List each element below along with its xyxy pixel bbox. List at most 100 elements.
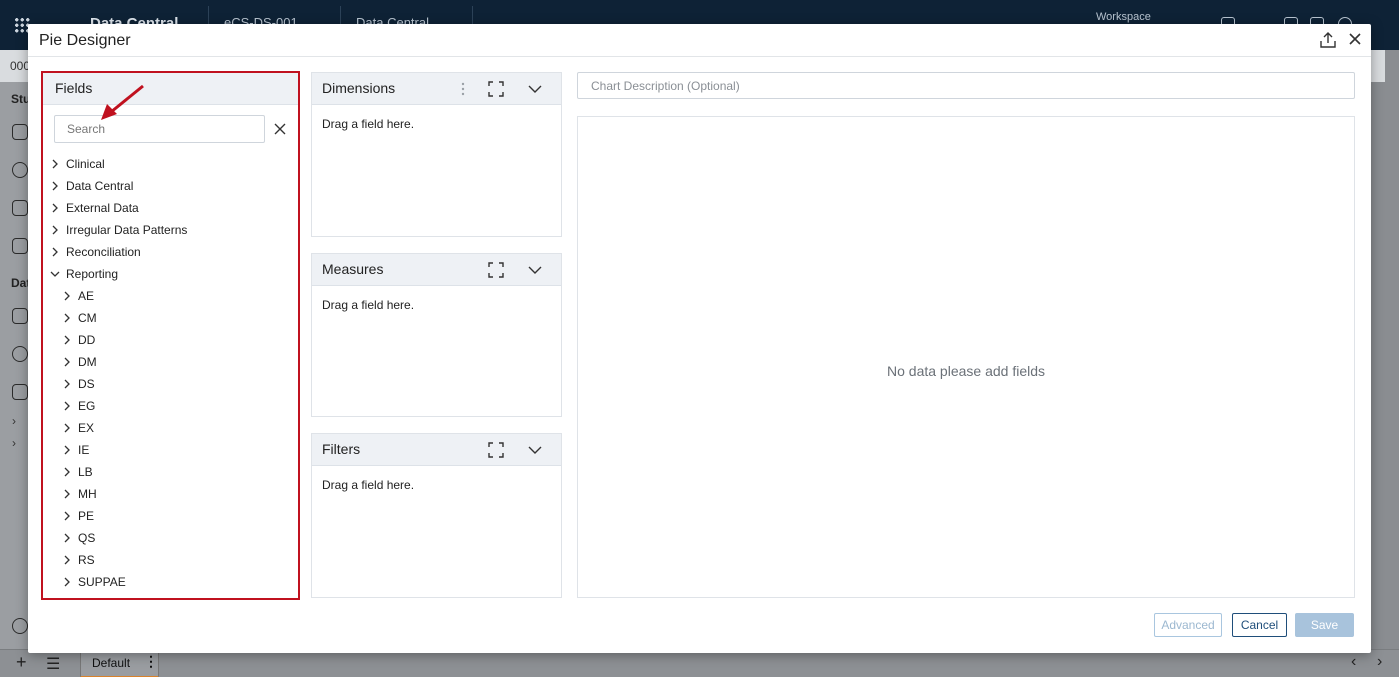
tree-item[interactable]: AE	[62, 285, 94, 307]
chevron-left-icon[interactable]: ‹	[1351, 653, 1356, 671]
tree-item[interactable]: Reporting	[50, 263, 118, 285]
chevron-right-icon[interactable]	[62, 577, 72, 587]
tab-default[interactable]: Default ⋮	[80, 650, 159, 677]
tab-more-icon[interactable]: ⋮	[144, 653, 158, 670]
tree-item-label: Reconciliation	[66, 245, 141, 259]
chevron-right-icon[interactable]	[50, 181, 60, 191]
app-bottom-bar: + ☰ Default ⋮ ‹ ›	[0, 649, 1399, 677]
chevron-right-icon[interactable]	[50, 159, 60, 169]
chevron-right-icon[interactable]	[62, 489, 72, 499]
fields-search-box	[54, 115, 265, 143]
fields-search-input[interactable]	[55, 116, 264, 142]
tree-item[interactable]: External Data	[50, 197, 139, 219]
tree-item[interactable]: PE	[62, 505, 94, 527]
tree-item[interactable]: Data Central	[50, 175, 133, 197]
dialog-divider	[28, 56, 1371, 57]
tree-item[interactable]: RS	[62, 549, 95, 571]
chevron-down-icon[interactable]	[527, 442, 543, 458]
chevron-down-icon[interactable]	[527, 262, 543, 278]
chevron-right-icon[interactable]: ›	[1377, 653, 1382, 671]
users-icon[interactable]	[12, 124, 28, 140]
tree-item[interactable]: QS	[62, 527, 95, 549]
chevron-right-icon[interactable]: ›	[12, 436, 16, 450]
save-button[interactable]: Save	[1295, 613, 1354, 637]
tree-item[interactable]: Irregular Data Patterns	[50, 219, 187, 241]
filters-title: Filters	[322, 441, 361, 457]
database-icon[interactable]	[12, 618, 28, 634]
expand-icon[interactable]	[488, 262, 504, 278]
tree-item-label: DD	[78, 333, 96, 347]
chevron-right-icon[interactable]	[62, 379, 72, 389]
tree-item-label: EG	[78, 399, 96, 413]
chart-description-input[interactable]	[578, 73, 1354, 98]
advanced-button[interactable]: Advanced	[1154, 613, 1222, 637]
filters-panel: Filters Drag a field here.	[311, 433, 562, 598]
tree-item-label: Irregular Data Patterns	[66, 223, 188, 237]
chart-description-box	[577, 72, 1355, 99]
fields-header: Fields	[43, 73, 298, 105]
dimensions-header: Dimensions	[312, 73, 561, 105]
tree-item[interactable]: DD	[62, 329, 95, 351]
cancel-button[interactable]: Cancel	[1232, 613, 1287, 637]
close-icon[interactable]	[1346, 30, 1364, 48]
tree-item[interactable]: Clinical	[50, 153, 105, 175]
tree-item-label: QS	[78, 531, 96, 545]
tree-item-label: MH	[78, 487, 97, 501]
tree-item[interactable]: MH	[62, 483, 97, 505]
tree-item[interactable]: DM	[62, 351, 97, 373]
tree-item-label: Data Central	[66, 179, 134, 193]
chevron-right-icon[interactable]	[62, 467, 72, 477]
tree-item[interactable]: Reconciliation	[50, 241, 141, 263]
tag-icon[interactable]	[12, 200, 28, 216]
chevron-right-icon[interactable]	[62, 357, 72, 367]
chevron-right-icon[interactable]	[62, 445, 72, 455]
chevron-right-icon[interactable]	[62, 423, 72, 433]
tab-menu-icon[interactable]: ☰	[46, 654, 60, 674]
dialog-title: Pie Designer	[39, 32, 131, 49]
chevron-right-icon[interactable]	[62, 291, 72, 301]
chevron-right-icon[interactable]	[62, 401, 72, 411]
tree-item[interactable]: DS	[62, 373, 95, 395]
export-icon[interactable]	[1319, 31, 1337, 49]
tree-item[interactable]: SUPPAE	[62, 571, 126, 593]
tree-item[interactable]: CM	[62, 307, 97, 329]
chevron-right-icon[interactable]	[50, 203, 60, 213]
search-icon[interactable]	[12, 162, 28, 178]
measures-header: Measures	[312, 254, 561, 286]
more-vertical-icon[interactable]	[455, 81, 471, 97]
tree-item-label: PE	[78, 509, 95, 523]
expand-icon[interactable]	[488, 81, 504, 97]
tree-item-label: DM	[78, 355, 97, 369]
chevron-right-icon[interactable]	[62, 335, 72, 345]
measures-drop-hint: Drag a field here.	[322, 298, 415, 312]
expand-icon[interactable]	[488, 442, 504, 458]
dimensions-drop-hint: Drag a field here.	[322, 117, 415, 131]
tree-item[interactable]: LB	[62, 461, 93, 483]
tree-item-label: EX	[78, 421, 95, 435]
chevron-down-icon[interactable]	[50, 269, 60, 279]
tree-item[interactable]: EX	[62, 417, 94, 439]
chevron-right-icon[interactable]	[62, 533, 72, 543]
chevron-right-icon[interactable]	[50, 247, 60, 257]
chevron-right-icon[interactable]	[62, 313, 72, 323]
chevron-right-icon[interactable]	[50, 225, 60, 235]
tree-item-label: SUPPAE	[78, 575, 126, 589]
target-icon[interactable]	[12, 346, 28, 362]
bar-chart-icon[interactable]	[12, 384, 28, 400]
chevron-right-icon[interactable]	[62, 555, 72, 565]
tree-item-label: Reporting	[66, 267, 119, 281]
tree-item-label: LB	[78, 465, 93, 479]
tree-item-label: AE	[78, 289, 95, 303]
add-tab-icon[interactable]: +	[16, 652, 27, 673]
flow-icon[interactable]	[12, 308, 28, 324]
tree-item[interactable]: IE	[62, 439, 89, 461]
clear-search-icon[interactable]	[274, 123, 286, 135]
chevron-right-icon[interactable]	[62, 511, 72, 521]
chevron-right-icon[interactable]: ›	[12, 414, 16, 428]
chevron-down-icon[interactable]	[527, 81, 543, 97]
tree-item-label: IE	[78, 443, 90, 457]
workspace-selector[interactable]: Workspace	[1096, 11, 1151, 23]
clipboard-icon[interactable]	[12, 238, 28, 254]
measures-panel: Measures Drag a field here.	[311, 253, 562, 417]
tree-item[interactable]: EG	[62, 395, 95, 417]
